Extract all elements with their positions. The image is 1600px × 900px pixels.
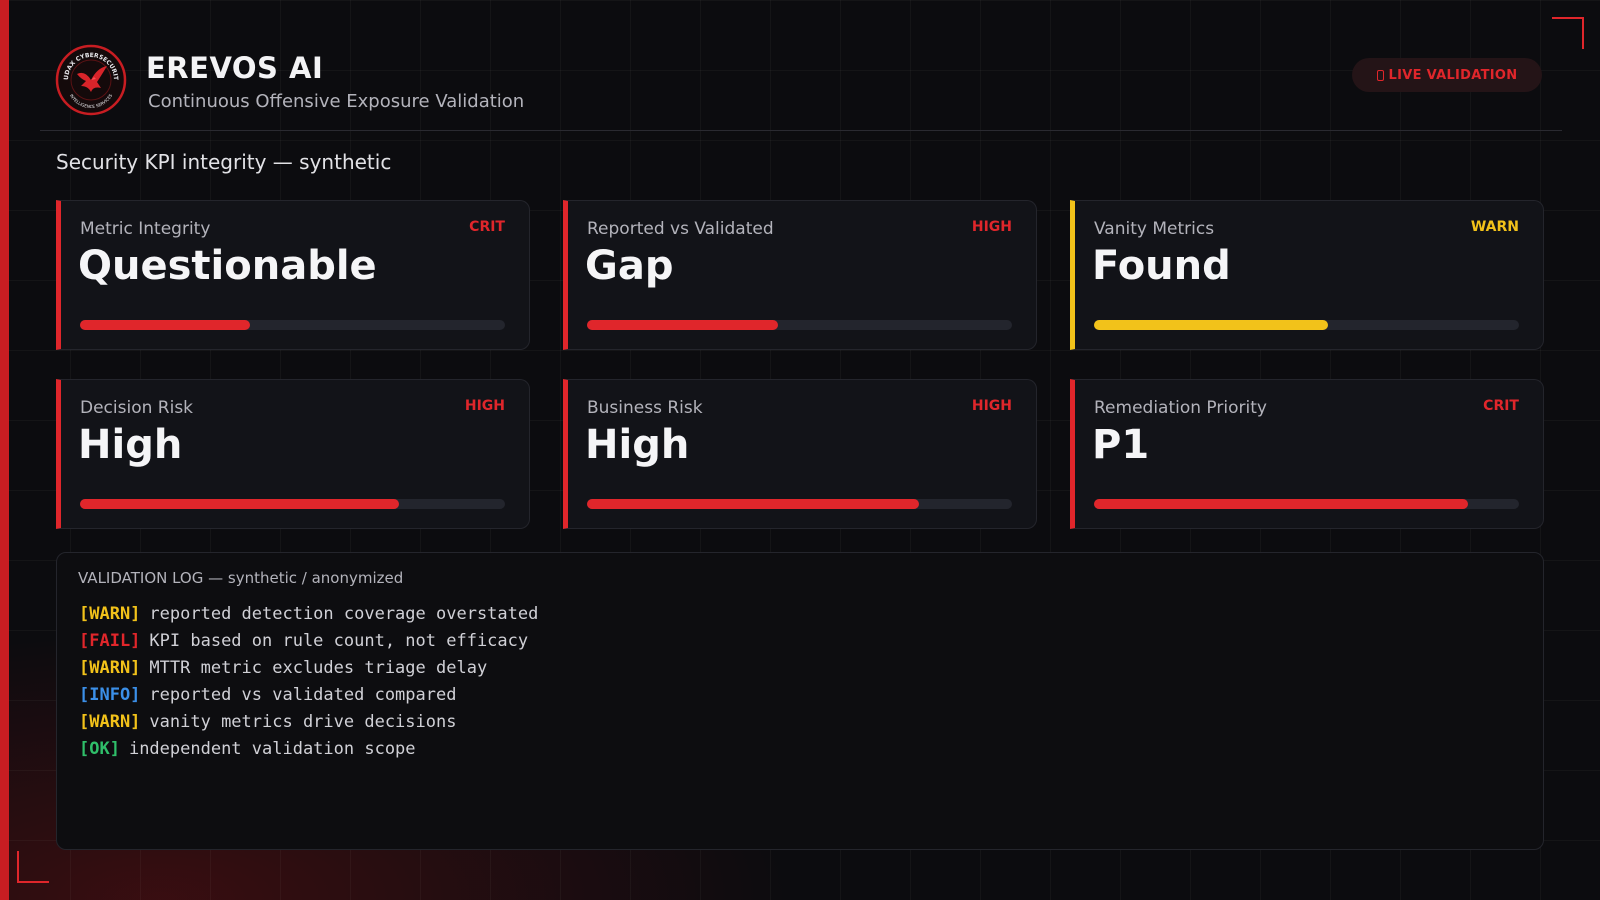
kpi-card-metric-integrity: Metric Integrity CRIT Questionable <box>56 200 530 350</box>
kpi-progress-track <box>1094 499 1519 509</box>
live-validation-label: LIVE VALIDATION <box>1388 67 1518 83</box>
kpi-card-label: Metric Integrity <box>80 219 211 239</box>
kpi-progress-fill <box>80 320 250 330</box>
kpi-progress-fill <box>1094 499 1468 509</box>
kpi-progress-fill <box>1094 320 1328 330</box>
log-tag: [WARN] <box>79 604 141 624</box>
kpi-card-value: P1 <box>1092 422 1150 468</box>
log-message: reported vs validated compared <box>149 685 457 705</box>
log-line: [FAIL] KPI based on rule count, not effic… <box>79 628 538 655</box>
severity-badge: HIGH <box>971 219 1012 235</box>
severity-badge: HIGH <box>971 398 1012 414</box>
kpi-progress-track <box>80 320 505 330</box>
kpi-card-vanity-metrics: Vanity Metrics WARN Found <box>1070 200 1544 350</box>
kpi-card-label: Reported vs Validated <box>587 219 774 239</box>
kpi-card-label: Remediation Priority <box>1094 398 1267 418</box>
app-title: EREVOS AI <box>146 51 324 85</box>
log-tag: [OK] <box>79 739 120 759</box>
kpi-card-value: Gap <box>585 243 674 289</box>
kpi-card-decision-risk: Decision Risk HIGH High <box>56 379 530 529</box>
kpi-card-value: Questionable <box>78 243 377 289</box>
kpi-card-business-risk: Business Risk HIGH High <box>563 379 1037 529</box>
log-message: MTTR metric excludes triage delay <box>149 658 488 678</box>
kpi-progress-track <box>587 320 1012 330</box>
log-line: [WARN] vanity metrics drive decisions <box>79 709 538 736</box>
log-tag: [WARN] <box>79 658 141 678</box>
kpi-card-label: Business Risk <box>587 398 703 418</box>
header: AUDAX CYBERSECURITY INTELLIGENCE SERVICE… <box>40 40 1562 131</box>
live-validation-badge: LIVE VALIDATION <box>1352 58 1542 92</box>
severity-badge: HIGH <box>464 398 505 414</box>
kpi-card-reported-vs-validated: Reported vs Validated HIGH Gap <box>563 200 1037 350</box>
log-line: [INFO] reported vs validated compared <box>79 682 538 709</box>
corner-bracket-bottom-left <box>17 851 49 883</box>
dashboard-page: AUDAX CYBERSECURITY INTELLIGENCE SERVICE… <box>0 0 1600 900</box>
validation-log-panel: VALIDATION LOG — synthetic / anonymized … <box>56 552 1544 850</box>
log-line: [WARN] MTTR metric excludes triage delay <box>79 655 538 682</box>
severity-badge: CRIT <box>1483 398 1519 414</box>
kpi-progress-track <box>1094 320 1519 330</box>
log-message: reported detection coverage overstated <box>149 604 539 624</box>
kpi-progress-track <box>80 499 505 509</box>
kpi-card-value: High <box>585 422 690 468</box>
log-message: KPI based on rule count, not efficacy <box>149 631 529 651</box>
log-message: independent validation scope <box>128 739 416 759</box>
log-line: [WARN] reported detection coverage overst… <box>79 601 538 628</box>
kpi-card-grid: Metric Integrity CRIT Questionable Repor… <box>56 200 1544 529</box>
kpi-progress-fill <box>80 499 399 509</box>
left-accent-stripe <box>0 0 9 900</box>
kpi-progress-track <box>587 499 1012 509</box>
app-subtitle: Continuous Offensive Exposure Validation <box>148 91 525 112</box>
severity-badge: CRIT <box>469 219 505 235</box>
log-tag: [INFO] <box>79 685 141 705</box>
audax-eagle-logo-icon: AUDAX CYBERSECURITY INTELLIGENCE SERVICE… <box>55 44 127 116</box>
severity-badge: WARN <box>1470 219 1519 235</box>
kpi-card-value: Found <box>1092 243 1231 289</box>
log-tag: [WARN] <box>79 712 141 732</box>
kpi-progress-fill <box>587 499 919 509</box>
kpi-card-value: High <box>78 422 183 468</box>
kpi-card-label: Decision Risk <box>80 398 194 418</box>
section-title: Security KPI integrity — synthetic <box>56 150 392 174</box>
log-line: [OK] independent validation scope <box>79 736 538 763</box>
kpi-card-label: Vanity Metrics <box>1094 219 1215 239</box>
log-tag: [FAIL] <box>79 631 141 651</box>
log-message: vanity metrics drive decisions <box>149 712 457 732</box>
lock-icon <box>1376 69 1384 81</box>
kpi-progress-fill <box>587 320 779 330</box>
kpi-card-remediation-priority: Remediation Priority CRIT P1 <box>1070 379 1544 529</box>
validation-log-title: VALIDATION LOG — synthetic / anonymized <box>78 569 404 587</box>
validation-log-lines: [WARN] reported detection coverage overst… <box>79 601 538 763</box>
